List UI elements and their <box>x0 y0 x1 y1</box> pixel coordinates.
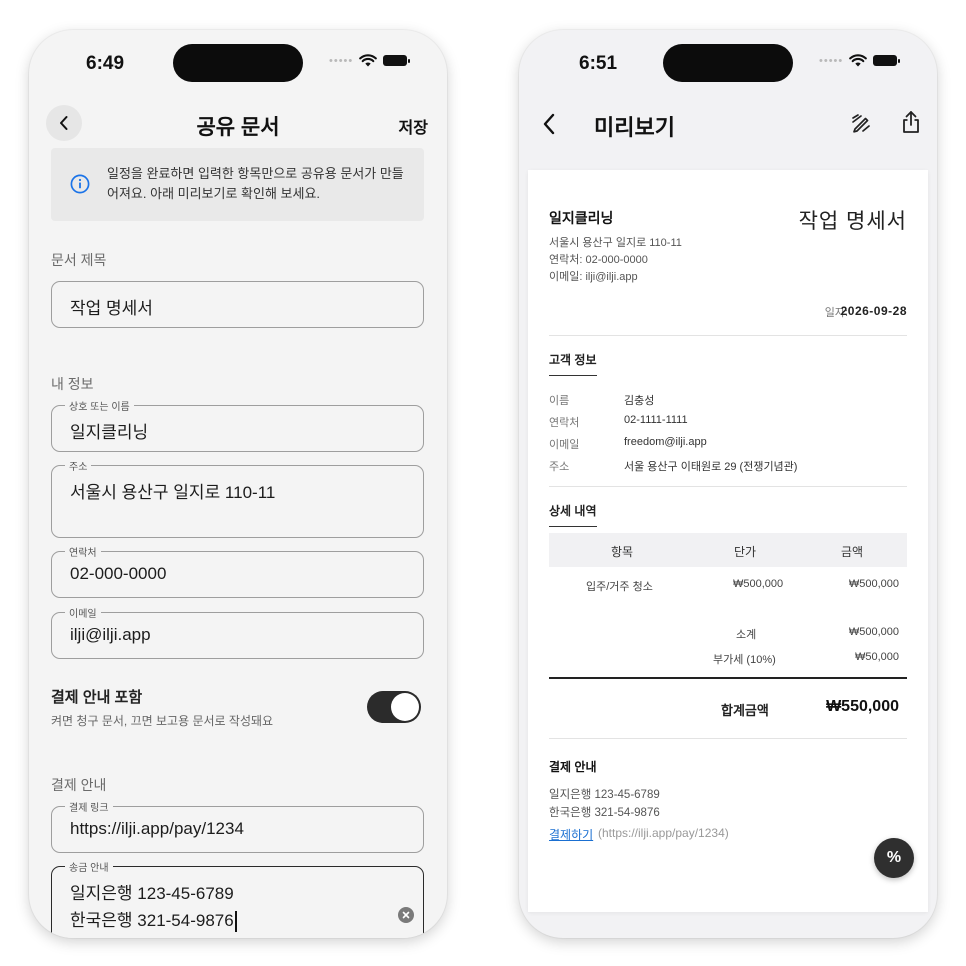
transfer-legend: 송금 안내 <box>65 859 113 874</box>
phone-field[interactable]: 연락처 02-000-0000 <box>51 544 424 598</box>
text-caret <box>234 911 237 933</box>
doc-title-label: 문서 제목 <box>51 252 107 268</box>
detail-section-heading: 상세 내역 <box>549 502 597 527</box>
name-value: 일지클리닝 <box>70 423 149 442</box>
percent-fab-button[interactable]: % <box>874 838 914 878</box>
dynamic-island <box>663 44 793 82</box>
total-label: 합계금액 <box>721 703 769 718</box>
document-title: 작업 명세서 <box>798 210 907 233</box>
back-button[interactable] <box>541 112 557 136</box>
company-name: 일지클리닝 <box>549 210 614 226</box>
transfer-line-1: 일지은행 123-45-6789 <box>70 884 234 903</box>
pay-url: (https://ilji.app/pay/1234) <box>598 826 729 840</box>
row-item: 입주/거주 청소 <box>586 581 653 593</box>
email-value: ilji@ilji.app <box>70 625 151 644</box>
column-header-item: 항목 <box>611 545 634 559</box>
info-text: 일정을 완료하면 입력한 항목만으로 공유용 문서가 만들어져요. 아래 미리보… <box>107 166 404 201</box>
customer-address-key: 주소 <box>549 461 570 473</box>
edit-screen: 6:49 ••••• 공유 문서 저장 일정을 완료하면 입력한 항목만으로 공… <box>29 30 447 938</box>
status-time: 6:49 <box>86 53 125 74</box>
address-legend: 주소 <box>65 458 92 473</box>
email-field[interactable]: 이메일 ilji@ilji.app <box>51 605 424 659</box>
column-header-price: 단가 <box>734 545 757 559</box>
vat-label: 부가세 (10%) <box>713 654 776 666</box>
row-price: ₩500,000 <box>733 578 784 590</box>
wifi-icon <box>849 54 868 67</box>
name-legend: 상호 또는 이름 <box>65 398 134 413</box>
pay-link-legend: 결제 링크 <box>65 799 113 814</box>
payment-section-label: 결제 안내 <box>51 777 107 793</box>
pay-link[interactable]: 결제하기 <box>549 826 593 843</box>
signal-icon: ••••• <box>329 54 354 67</box>
email-legend: 이메일 <box>65 605 101 620</box>
divider <box>549 486 907 487</box>
close-icon <box>402 911 410 919</box>
doc-title-field[interactable]: 작업 명세서 <box>51 281 424 328</box>
clear-button[interactable] <box>398 907 414 923</box>
status-icons: ••••• <box>819 54 901 67</box>
battery-icon <box>873 55 901 66</box>
customer-address-value: 서울 용산구 이태원로 29 (전쟁기념관) <box>624 461 798 473</box>
pay-link-value: https://ilji.app/pay/1234 <box>70 819 244 838</box>
subtotal-label: 소계 <box>736 629 757 641</box>
divider <box>549 738 907 739</box>
total-value: ₩550,000 <box>826 698 899 715</box>
preview-screen: 6:51 ••••• 미리보기 일지클리닝 작업 명세서 서울시 용산구 일지로… <box>519 30 937 938</box>
page-title: 공유 문서 <box>196 116 280 139</box>
signal-icon: ••••• <box>819 54 844 67</box>
share-icon[interactable] <box>901 110 921 134</box>
total-divider <box>549 677 907 679</box>
date-value: 2026-09-28 <box>840 304 907 318</box>
bank-account-2: 한국은행 321-54-9876 <box>549 807 660 819</box>
status-icons: ••••• <box>329 54 411 67</box>
customer-phone-value: 02-1111-1111 <box>624 414 688 426</box>
company-email: 이메일: ilji@ilji.app <box>549 271 638 283</box>
edit-icon[interactable] <box>850 112 872 134</box>
info-icon <box>70 174 90 194</box>
company-address: 서울시 용산구 일지로 110-11 <box>549 237 682 249</box>
my-info-label: 내 정보 <box>51 376 94 392</box>
column-header-amount: 금액 <box>841 545 864 559</box>
customer-email-value: freedom@ilji.app <box>624 436 707 448</box>
doc-title-value: 작업 명세서 <box>70 299 153 318</box>
customer-name-value: 김충성 <box>624 395 655 407</box>
phone-value: 02-000-0000 <box>70 564 167 583</box>
customer-phone-key: 연락처 <box>549 417 580 429</box>
transfer-line-2-wrap: 한국은행 321-54-9876 <box>70 906 237 933</box>
battery-icon <box>383 55 411 66</box>
payment-toggle[interactable] <box>367 691 421 723</box>
transfer-field[interactable]: 송금 안내 일지은행 123-45-6789 한국은행 321-54-9876 <box>51 859 424 938</box>
subtotal-value: ₩500,000 <box>848 626 899 638</box>
bank-account-1: 일지은행 123-45-6789 <box>549 789 660 801</box>
wifi-icon <box>359 54 378 67</box>
customer-section-heading: 고객 정보 <box>549 351 597 376</box>
toggle-knob <box>391 693 419 721</box>
payment-toggle-subtitle: 켜면 청구 문서, 끄면 보고용 문서로 작성돼요 <box>51 714 274 728</box>
info-banner: 일정을 완료하면 입력한 항목만으로 공유용 문서가 만들어져요. 아래 미리보… <box>51 148 424 221</box>
address-field[interactable]: 주소 서울시 용산구 일지로 110-11 <box>51 458 424 538</box>
row-amount: ₩500,000 <box>848 578 899 590</box>
status-time: 6:51 <box>579 53 618 74</box>
table-header: 항목 단가 금액 <box>549 533 907 567</box>
transfer-line-2: 한국은행 321-54-9876 <box>70 911 234 930</box>
page-title: 미리보기 <box>594 115 675 140</box>
save-button[interactable]: 저장 <box>399 114 428 138</box>
divider <box>549 335 907 336</box>
customer-email-key: 이메일 <box>549 439 580 451</box>
pay-link-field[interactable]: 결제 링크 https://ilji.app/pay/1234 <box>51 799 424 853</box>
payment-section-heading: 결제 안내 <box>549 760 597 774</box>
customer-name-key: 이름 <box>549 395 570 407</box>
address-value: 서울시 용산구 일지로 110-11 <box>70 483 276 502</box>
payment-toggle-title: 결제 안내 포함 <box>51 689 143 706</box>
phone-legend: 연락처 <box>65 544 101 559</box>
document-preview: 일지클리닝 작업 명세서 서울시 용산구 일지로 110-11 연락처: 02-… <box>528 170 928 912</box>
name-field[interactable]: 상호 또는 이름 일지클리닝 <box>51 398 424 452</box>
vat-value: ₩50,000 <box>854 651 899 663</box>
company-phone: 연락처: 02-000-0000 <box>549 254 648 266</box>
dynamic-island <box>173 44 303 82</box>
